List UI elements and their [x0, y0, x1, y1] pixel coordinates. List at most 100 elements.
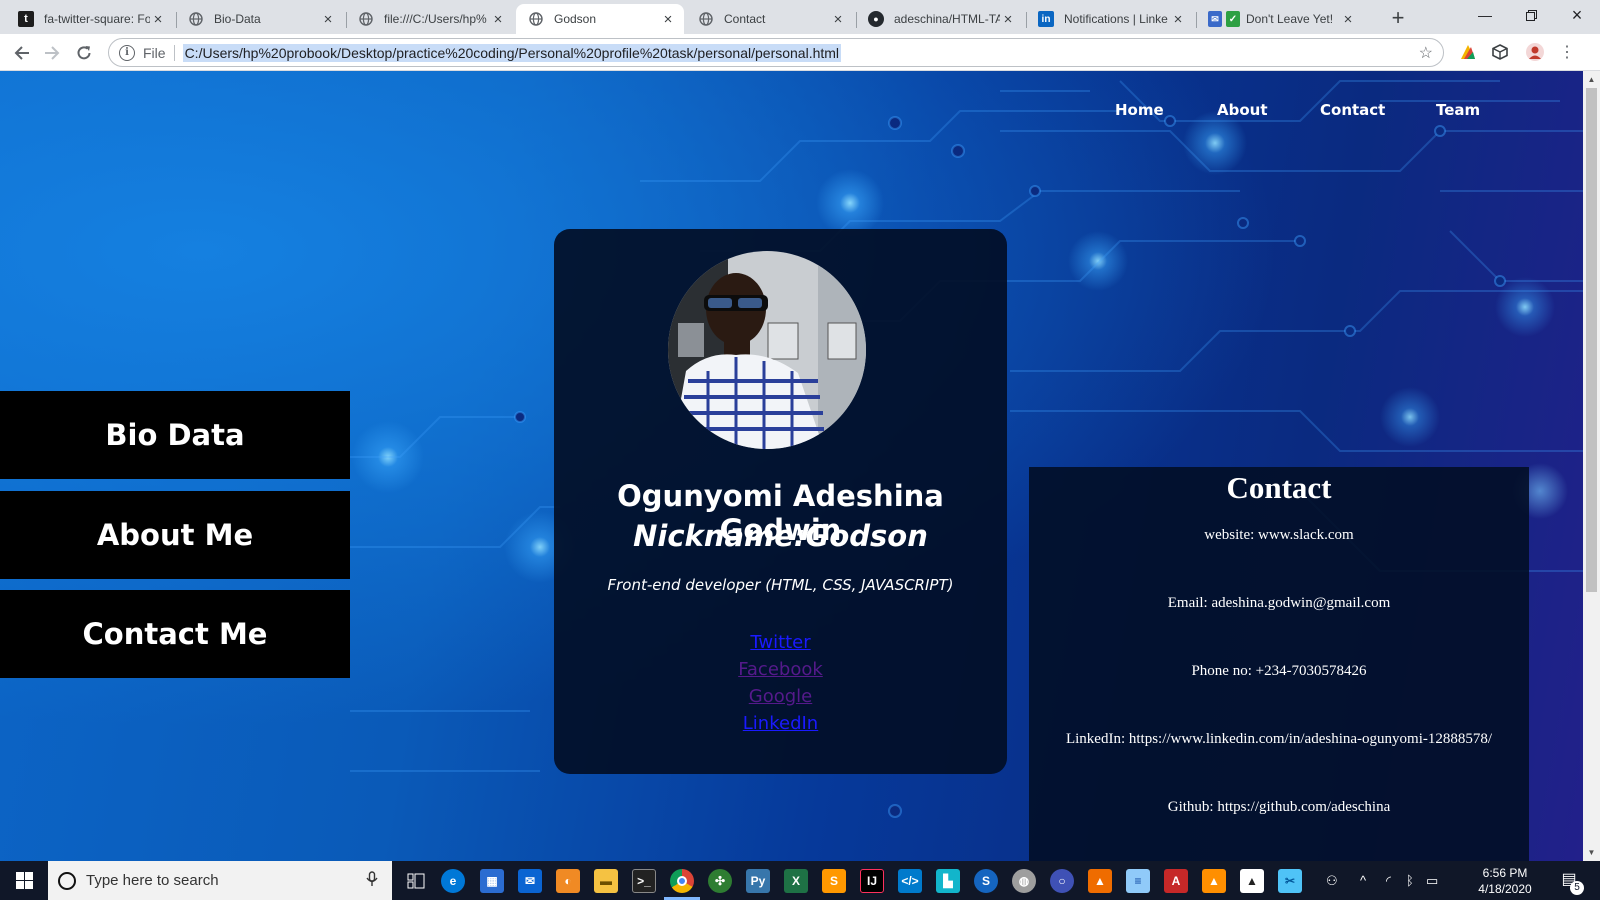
wifi-icon[interactable]: ◜	[1386, 861, 1391, 900]
facebook-link[interactable]: Facebook	[554, 656, 1007, 683]
browser-tab[interactable]: ✉ ✓ Don't Leave Yet! ×	[1196, 4, 1364, 34]
close-tab-icon[interactable]: ×	[1340, 11, 1356, 28]
notification-count: 5	[1570, 881, 1584, 895]
taskbar-search[interactable]: Type here to search	[48, 861, 392, 900]
photo-app-icon[interactable]: ◐	[556, 869, 580, 893]
extension-cube-icon[interactable]	[1490, 42, 1510, 62]
tab-title: Godson	[554, 12, 597, 26]
nav-link-contact[interactable]: Contact	[1320, 101, 1385, 119]
python-icon[interactable]: Py	[746, 869, 770, 893]
battery-icon[interactable]: ▭	[1426, 861, 1438, 900]
profile-role: Front-end developer (HTML, CSS, JAVASCRI…	[607, 576, 954, 594]
browser-tab[interactable]: file:///C:/Users/hp% ×	[346, 4, 514, 34]
microphone-icon[interactable]	[366, 871, 378, 891]
browser-tab[interactable]: Contact ×	[686, 4, 854, 34]
windows-logo-icon	[15, 872, 33, 889]
browser-tab[interactable]: Bio-Data ×	[176, 4, 344, 34]
contact-github: Github: https://github.com/adeschina	[1167, 799, 1391, 815]
tray-expand-icon[interactable]: ^	[1360, 861, 1366, 900]
sublime-icon[interactable]: S	[822, 869, 846, 893]
address-url[interactable]: C:/Users/hp%20probook/Desktop/practice%2…	[182, 43, 842, 62]
profile-avatar-icon[interactable]	[1525, 42, 1545, 62]
chrome-icon[interactable]	[670, 869, 694, 893]
browser-menu-icon[interactable]: ⋮	[1557, 42, 1577, 62]
browser-tab-active[interactable]: Godson ×	[516, 4, 684, 34]
side-button-contact-me[interactable]: Contact Me	[0, 590, 350, 678]
mail-icon: ✉	[1208, 11, 1222, 27]
matlab-icon[interactable]: ▲	[1088, 869, 1112, 893]
scroll-down-arrow-icon[interactable]: ▼	[1583, 844, 1600, 861]
circle-app-icon[interactable]: ○	[1050, 869, 1074, 893]
browser-tab[interactable]: ● adeschina/HTML-TA ×	[856, 4, 1024, 34]
linkedin-link[interactable]: LinkedIn	[554, 710, 1007, 737]
reload-button[interactable]	[70, 39, 98, 67]
social-links: Twitter Facebook Google LinkedIn	[554, 629, 1007, 737]
info-icon[interactable]: i	[119, 44, 135, 61]
chart-app-icon[interactable]: ▙	[936, 869, 960, 893]
skype-icon[interactable]: S	[974, 869, 998, 893]
side-button-about-me[interactable]: About Me	[0, 491, 350, 579]
start-button[interactable]	[0, 861, 48, 900]
close-tab-icon[interactable]: ×	[660, 11, 676, 28]
close-window-button[interactable]: ×	[1554, 0, 1600, 30]
close-tab-icon[interactable]: ×	[490, 11, 506, 28]
forward-button[interactable]	[38, 39, 66, 67]
tab-title: Don't Leave Yet!	[1246, 12, 1334, 26]
globe-icon	[698, 11, 714, 27]
file-explorer-icon[interactable]: ▬	[594, 869, 618, 893]
contact-heading: Contact	[1226, 470, 1332, 505]
globe-app-icon[interactable]: ◍	[1012, 869, 1036, 893]
vertical-scrollbar[interactable]: ▲ ▼	[1583, 71, 1600, 861]
minimize-button[interactable]: —	[1462, 0, 1508, 30]
scroll-up-arrow-icon[interactable]: ▲	[1583, 71, 1600, 88]
notes-app-icon[interactable]: ≡	[1126, 869, 1150, 893]
taskbar-clock[interactable]: 6:56 PM 4/18/2020	[1470, 865, 1540, 897]
google-link[interactable]: Google	[554, 683, 1007, 710]
contact-linkedin: LinkedIn: https://www.linkedin.com/in/ad…	[1065, 731, 1493, 747]
bookmark-star-icon[interactable]: ☆	[1419, 43, 1433, 63]
excel-icon[interactable]: X	[784, 869, 808, 893]
close-tab-icon[interactable]: ×	[1170, 11, 1186, 28]
intellij-icon[interactable]: IJ	[860, 869, 884, 893]
browser-tab[interactable]: t fa-twitter-square: Fo ×	[6, 4, 174, 34]
nav-link-home[interactable]: Home	[1115, 101, 1164, 119]
task-view-icon[interactable]	[404, 869, 428, 893]
browser-tab[interactable]: in Notifications | Linke ×	[1026, 4, 1194, 34]
network-app-icon[interactable]: ✣	[708, 869, 732, 893]
nav-link-about[interactable]: About	[1217, 101, 1268, 119]
clock-date: 4/18/2020	[1478, 882, 1532, 896]
twitter-link[interactable]: Twitter	[554, 629, 1007, 656]
restore-button[interactable]	[1508, 0, 1554, 30]
store-icon[interactable]: ▦	[480, 869, 504, 893]
acrobat-icon[interactable]: A	[1164, 869, 1188, 893]
browser-toolbar: i File C:/Users/hp%20probook/Desktop/pra…	[0, 34, 1600, 71]
reload-icon	[77, 46, 91, 60]
tab-title: adeschina/HTML-TA	[894, 12, 1000, 26]
profile-photo	[668, 251, 866, 449]
close-tab-icon[interactable]: ×	[320, 11, 336, 28]
new-tab-button[interactable]: +	[1386, 7, 1410, 31]
close-tab-icon[interactable]: ×	[1000, 11, 1016, 28]
mail-app-icon[interactable]: ✉	[518, 869, 542, 893]
nav-link-team[interactable]: Team	[1436, 101, 1480, 119]
tab-title: fa-twitter-square: Fo	[44, 12, 150, 26]
close-tab-icon[interactable]: ×	[830, 11, 846, 28]
vscode-icon[interactable]: </>	[898, 869, 922, 893]
snipping-tool-icon[interactable]: ✂	[1278, 869, 1302, 893]
edge-icon[interactable]: e	[441, 869, 465, 893]
vlc-icon[interactable]: ▲	[1202, 869, 1226, 893]
close-tab-icon[interactable]: ×	[150, 11, 166, 28]
bluetooth-icon[interactable]: ᛒ	[1406, 861, 1414, 900]
back-button[interactable]	[8, 39, 36, 67]
photos-icon[interactable]: ▲	[1240, 869, 1264, 893]
taskbar-search-placeholder: Type here to search	[86, 872, 219, 889]
notification-center-icon[interactable]: ▤ 5	[1556, 869, 1584, 895]
terminal-icon[interactable]: >_	[632, 869, 656, 893]
tab-title: Notifications | Linke	[1064, 12, 1168, 26]
side-button-bio-data[interactable]: Bio Data	[0, 391, 350, 479]
people-icon[interactable]: ⚇	[1326, 861, 1338, 900]
extension-colorful-icon[interactable]	[1458, 42, 1478, 62]
address-bar[interactable]: i File C:/Users/hp%20probook/Desktop/pra…	[108, 38, 1444, 67]
scroll-thumb[interactable]	[1586, 88, 1597, 592]
twitter-square-icon: t	[18, 11, 34, 27]
